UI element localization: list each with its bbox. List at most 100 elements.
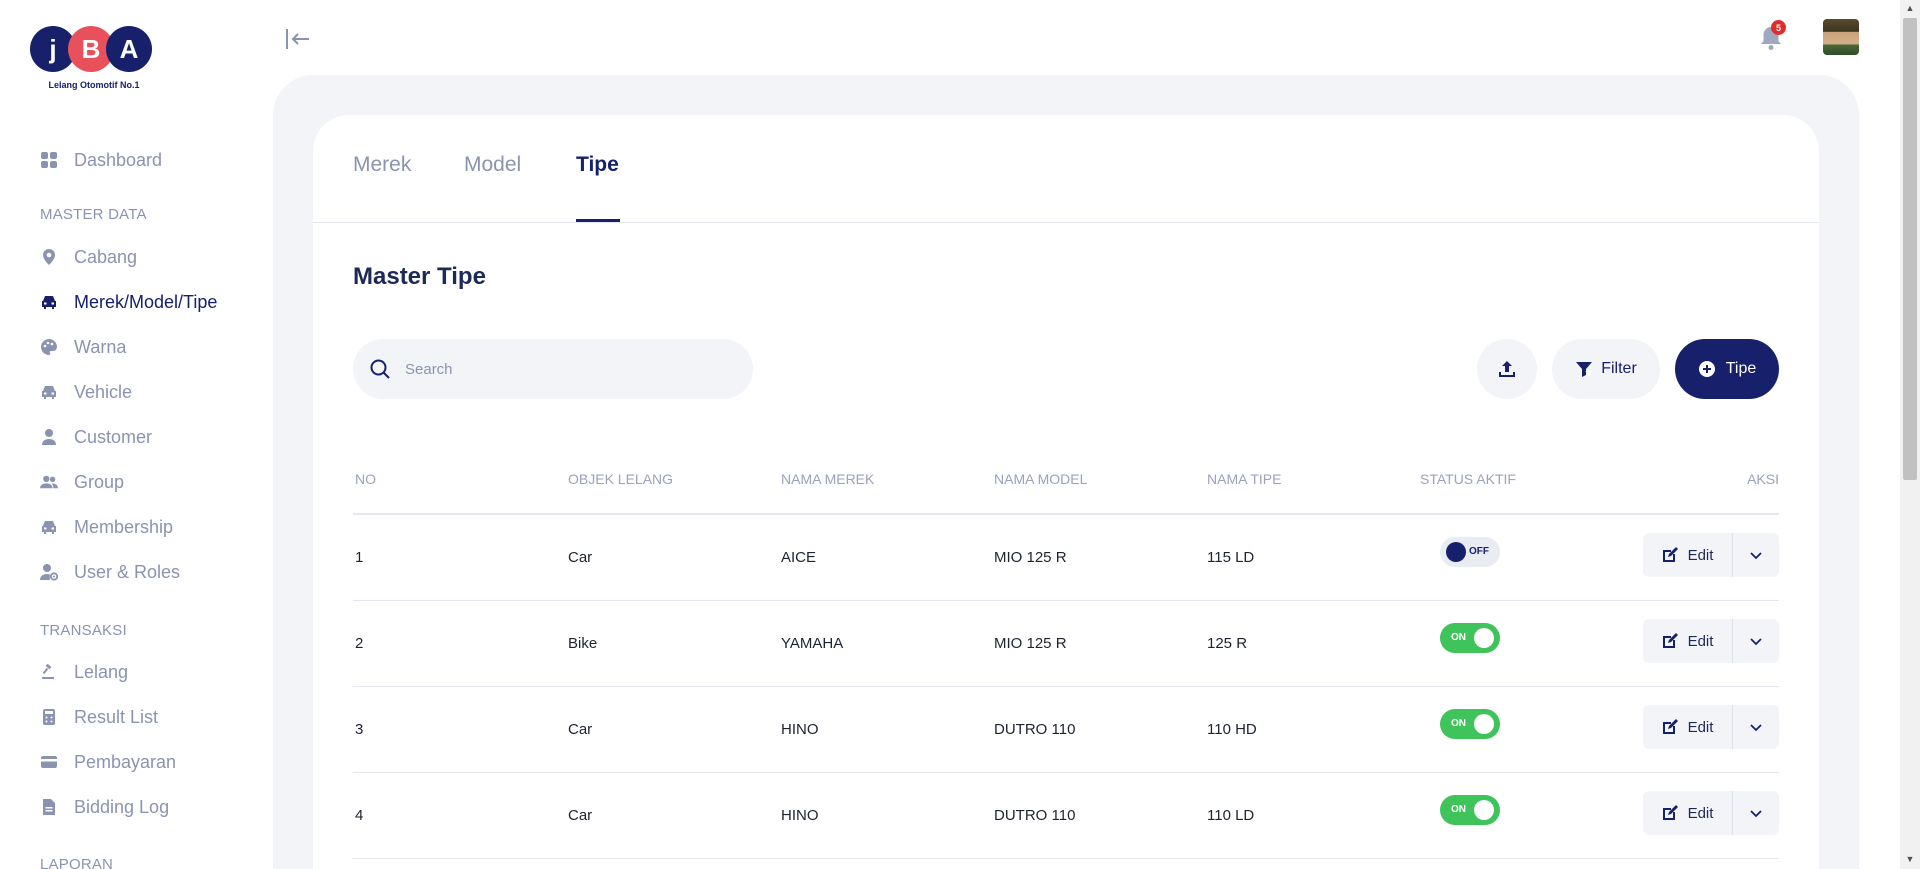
sidebar-item-membership[interactable]: Membership <box>40 513 173 541</box>
sidebar-item-result-list[interactable]: Result List <box>40 703 158 731</box>
sidebar-item-user-roles[interactable]: User & Roles <box>40 558 180 586</box>
jba-logo[interactable]: j B A Lelang Otomotif No.1 <box>30 26 158 96</box>
sidebar-item-lelang[interactable]: Lelang <box>40 658 128 686</box>
edit-label: Edit <box>1687 804 1714 822</box>
cell-nama-tipe: 115 LD <box>1207 549 1255 566</box>
tab-merek[interactable]: Merek <box>353 153 411 177</box>
table-row: 2 Bike YAMAHA MIO 125 R 125 R ON Edit <box>353 601 1779 687</box>
sidebar-item-group[interactable]: Group <box>40 468 124 496</box>
active-tab-indicator <box>576 219 620 222</box>
row-actions: Edit <box>1643 791 1779 835</box>
row-menu-dropdown[interactable] <box>1733 533 1779 577</box>
column-header-aksi: AKSI <box>1747 471 1779 487</box>
calculator-icon <box>40 708 58 726</box>
sidebar-item-merek-model-tipe[interactable]: Merek/Model/Tipe <box>40 288 217 316</box>
edit-button[interactable]: Edit <box>1643 619 1733 663</box>
status-toggle[interactable]: ON <box>1440 623 1500 653</box>
sidebar-item-bidding-log[interactable]: Bidding Log <box>40 793 169 821</box>
edit-label: Edit <box>1687 718 1714 736</box>
edit-pencil-icon <box>1662 633 1678 649</box>
scroll-up-arrow-icon[interactable]: ▲ <box>1904 2 1916 14</box>
collapse-sidebar-button[interactable] <box>284 26 312 52</box>
edit-button[interactable]: Edit <box>1643 791 1733 835</box>
toggle-label: ON <box>1451 718 1466 729</box>
column-header-objek-lelang: OBJEK LELANG <box>568 471 674 487</box>
cell-nama-merek: YAMAHA <box>781 635 844 652</box>
row-menu-dropdown[interactable] <box>1733 705 1779 749</box>
scroll-down-arrow-icon[interactable]: ▼ <box>1904 853 1916 865</box>
cell-objek-lelang: Car <box>568 807 593 824</box>
plus-circle-icon <box>1698 360 1716 378</box>
filter-button[interactable]: Filter <box>1552 339 1660 399</box>
users-group-icon <box>40 473 58 491</box>
cell-no: 4 <box>355 807 364 824</box>
sidebar-item-label: Vehicle <box>74 381 133 402</box>
toggle-label: ON <box>1451 804 1466 815</box>
chevron-down-icon <box>1750 552 1762 560</box>
sidebar-item-customer[interactable]: Customer <box>40 423 152 451</box>
edit-pencil-icon <box>1662 805 1678 821</box>
edit-pencil-icon <box>1662 719 1678 735</box>
chevron-down-icon <box>1750 638 1762 646</box>
tab-bar: Merek Model Tipe <box>313 115 1819 223</box>
scrollbar-thumb[interactable] <box>1903 18 1917 480</box>
logo-letter-a: A <box>106 26 152 72</box>
table-row: 1 Car AICE MIO 125 R 115 LD OFF Edit <box>353 515 1779 601</box>
sidebar-item-label: Warna <box>74 336 127 357</box>
cell-objek-lelang: Car <box>568 721 593 738</box>
edit-button[interactable]: Edit <box>1643 705 1733 749</box>
cell-nama-tipe: 110 LD <box>1207 807 1255 824</box>
search-icon <box>369 358 391 380</box>
sidebar-item-label: Membership <box>74 516 174 537</box>
toggle-label: OFF <box>1469 546 1489 557</box>
row-menu-dropdown[interactable] <box>1733 619 1779 663</box>
edit-pencil-icon <box>1662 547 1678 563</box>
upload-button[interactable] <box>1477 339 1537 399</box>
toggle-label: ON <box>1451 632 1466 643</box>
edit-button[interactable]: Edit <box>1643 533 1733 577</box>
chevron-down-icon <box>1750 810 1762 818</box>
palette-icon <box>40 338 58 356</box>
toggle-knob <box>1474 714 1494 734</box>
tab-model[interactable]: Model <box>464 153 521 177</box>
logo-tagline: Lelang Otomotif No.1 <box>48 80 140 90</box>
status-toggle[interactable]: ON <box>1440 709 1500 739</box>
add-tipe-button[interactable]: Tipe <box>1675 339 1779 399</box>
row-actions: Edit <box>1643 619 1779 663</box>
toggle-knob <box>1446 542 1466 562</box>
column-header-nama-merek: NAMA MEREK <box>781 471 875 487</box>
row-menu-dropdown[interactable] <box>1733 791 1779 835</box>
column-header-status-aktif: STATUS AKTIF <box>1420 471 1516 487</box>
cell-nama-model: DUTRO 110 <box>994 807 1076 824</box>
sidebar: j B A Lelang Otomotif No.1 Dashboard MAS… <box>0 0 272 869</box>
sidebar-item-label: Dashboard <box>74 149 163 170</box>
tipe-table: NO OBJEK LELANG NAMA MEREK NAMA MODEL NA… <box>353 471 1779 859</box>
toggle-knob <box>1474 628 1494 648</box>
sidebar-item-label: Cabang <box>74 246 138 267</box>
cell-no: 1 <box>355 549 364 566</box>
sidebar-item-warna[interactable]: Warna <box>40 333 126 361</box>
sidebar-item-cabang[interactable]: Cabang <box>40 243 137 271</box>
sidebar-item-pembayaran[interactable]: Pembayaran <box>40 748 176 776</box>
collapse-arrow-icon <box>286 29 309 49</box>
sidebar-item-label: Customer <box>74 426 153 447</box>
status-toggle[interactable]: ON <box>1440 795 1500 825</box>
user-gear-icon <box>40 563 58 581</box>
sidebar-item-label: Merek/Model/Tipe <box>74 291 218 312</box>
notification-button[interactable]: 5 <box>1758 20 1786 52</box>
column-header-no: NO <box>355 471 376 487</box>
car-icon <box>40 383 58 401</box>
status-toggle[interactable]: OFF <box>1440 537 1500 567</box>
sidebar-item-vehicle[interactable]: Vehicle <box>40 378 132 406</box>
search-input[interactable] <box>405 360 725 378</box>
filter-funnel-icon <box>1575 360 1593 378</box>
row-actions: Edit <box>1643 533 1779 577</box>
edit-label: Edit <box>1687 546 1714 564</box>
gavel-icon <box>40 663 58 681</box>
user-avatar[interactable] <box>1823 19 1859 55</box>
sidebar-item-dashboard[interactable]: Dashboard <box>40 146 162 174</box>
user-icon <box>40 428 58 446</box>
car-icon <box>40 293 58 311</box>
tab-tipe[interactable]: Tipe <box>576 153 619 177</box>
search-box[interactable] <box>353 339 753 399</box>
